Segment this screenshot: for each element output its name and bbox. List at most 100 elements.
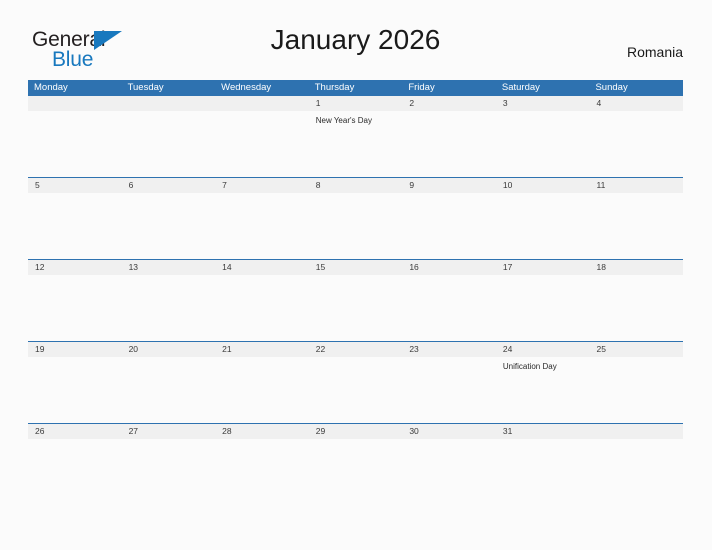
day-cell[interactable]: [215, 111, 309, 177]
day-number[interactable]: 31: [496, 424, 590, 439]
weekday-header-friday: Friday: [408, 82, 435, 93]
day-cell[interactable]: Unification Day: [496, 357, 590, 423]
day-cell[interactable]: [215, 275, 309, 341]
day-cell[interactable]: [28, 439, 122, 505]
day-cell[interactable]: [309, 193, 403, 259]
day-number[interactable]: 30: [402, 424, 496, 439]
week-event-row: New Year's Day: [28, 111, 683, 177]
day-event-label: Unification Day: [502, 362, 557, 371]
day-cell[interactable]: [402, 275, 496, 341]
week-date-band: 1 2 3 4: [28, 96, 683, 111]
day-cell[interactable]: [122, 439, 216, 505]
day-cell[interactable]: [28, 357, 122, 423]
day-number[interactable]: 25: [589, 342, 683, 357]
week-row: 19 20 21 22 23 24 25 Unification Day: [28, 341, 683, 423]
day-cell[interactable]: [309, 357, 403, 423]
day-cell[interactable]: [28, 275, 122, 341]
week-date-band: 19 20 21 22 23 24 25: [28, 342, 683, 357]
week-row: 5 6 7 8 9 10 11: [28, 177, 683, 259]
week-row: 1 2 3 4 New Year's Day: [28, 96, 683, 177]
day-number[interactable]: 26: [28, 424, 122, 439]
day-number[interactable]: 28: [215, 424, 309, 439]
day-number[interactable]: 24: [496, 342, 590, 357]
day-number[interactable]: 16: [402, 260, 496, 275]
day-number[interactable]: 1: [309, 96, 403, 111]
day-cell[interactable]: [496, 275, 590, 341]
day-number[interactable]: 8: [309, 178, 403, 193]
day-number[interactable]: 29: [309, 424, 403, 439]
day-cell[interactable]: [589, 275, 683, 341]
week-event-row: [28, 439, 683, 505]
day-cell[interactable]: [215, 439, 309, 505]
day-number[interactable]: 11: [589, 178, 683, 193]
day-number[interactable]: 12: [28, 260, 122, 275]
day-cell[interactable]: [122, 357, 216, 423]
day-cell[interactable]: [589, 193, 683, 259]
region-label: Romania: [626, 44, 683, 60]
day-number[interactable]: [28, 96, 122, 111]
calendar-grid: Monday Tuesday Wednesday Thursday Friday…: [28, 80, 683, 505]
day-number[interactable]: 21: [215, 342, 309, 357]
week-date-band: 5 6 7 8 9 10 11: [28, 178, 683, 193]
day-cell[interactable]: [122, 275, 216, 341]
page-header: General Blue January 2026 Romania: [28, 24, 683, 71]
week-event-row: Unification Day: [28, 357, 683, 423]
day-cell[interactable]: [122, 193, 216, 259]
day-cell[interactable]: [122, 111, 216, 177]
weekday-header-monday: Monday: [34, 82, 68, 93]
weekday-header-saturday: Saturday: [501, 82, 540, 93]
day-cell[interactable]: [28, 111, 122, 177]
day-cell[interactable]: [402, 111, 496, 177]
day-cell[interactable]: [309, 439, 403, 505]
day-cell[interactable]: [496, 193, 590, 259]
day-cell[interactable]: [496, 111, 590, 177]
weekday-header-sunday: Sunday: [595, 82, 628, 93]
calendar-page: General Blue January 2026 Romania Monday…: [0, 0, 712, 550]
week-row: 26 27 28 29 30 31: [28, 423, 683, 505]
week-event-row: [28, 275, 683, 341]
page-title: January 2026: [270, 24, 441, 55]
day-number[interactable]: 19: [28, 342, 122, 357]
day-number[interactable]: 4: [589, 96, 683, 111]
day-number[interactable]: 13: [122, 260, 216, 275]
day-cell[interactable]: [496, 439, 590, 505]
week-event-row: [28, 193, 683, 259]
day-number[interactable]: 27: [122, 424, 216, 439]
weekday-header-row: Monday Tuesday Wednesday Thursday Friday…: [28, 80, 683, 96]
weekday-header-wednesday: Wednesday: [221, 82, 272, 93]
day-number[interactable]: [122, 96, 216, 111]
day-number[interactable]: [589, 424, 683, 439]
day-number[interactable]: 14: [215, 260, 309, 275]
day-number[interactable]: 22: [309, 342, 403, 357]
day-number[interactable]: 5: [28, 178, 122, 193]
day-number[interactable]: 15: [309, 260, 403, 275]
day-cell[interactable]: [589, 111, 683, 177]
day-number[interactable]: 9: [402, 178, 496, 193]
day-number[interactable]: 6: [122, 178, 216, 193]
week-row: 12 13 14 15 16 17 18: [28, 259, 683, 341]
day-number[interactable]: 17: [496, 260, 590, 275]
day-number[interactable]: 3: [496, 96, 590, 111]
week-date-band: 12 13 14 15 16 17 18: [28, 260, 683, 275]
day-cell[interactable]: [215, 193, 309, 259]
day-cell[interactable]: [589, 439, 683, 505]
day-cell[interactable]: [589, 357, 683, 423]
day-number[interactable]: 23: [402, 342, 496, 357]
day-cell[interactable]: [309, 275, 403, 341]
day-number[interactable]: 10: [496, 178, 590, 193]
day-event-label: New Year's Day: [315, 116, 372, 125]
day-cell[interactable]: [402, 357, 496, 423]
day-number[interactable]: [215, 96, 309, 111]
weekday-header-thursday: Thursday: [314, 82, 355, 93]
week-date-band: 26 27 28 29 30 31: [28, 424, 683, 439]
day-number[interactable]: 20: [122, 342, 216, 357]
day-number[interactable]: 7: [215, 178, 309, 193]
day-cell[interactable]: [28, 193, 122, 259]
day-cell[interactable]: [402, 439, 496, 505]
day-cell[interactable]: [402, 193, 496, 259]
day-cell[interactable]: New Year's Day: [309, 111, 403, 177]
day-number[interactable]: 18: [589, 260, 683, 275]
day-number[interactable]: 2: [402, 96, 496, 111]
weekday-header-tuesday: Tuesday: [127, 82, 164, 93]
day-cell[interactable]: [215, 357, 309, 423]
